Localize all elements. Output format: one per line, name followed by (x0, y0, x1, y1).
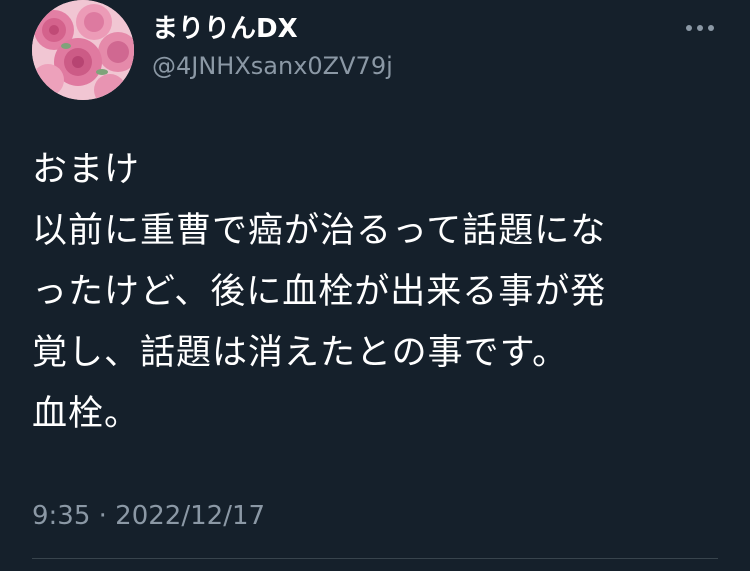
tweet-line: 血栓。 (32, 394, 141, 434)
tweet-line: ったけど、後に血栓が出来る事が発 (32, 272, 607, 312)
rose-bouquet-avatar (32, 0, 134, 100)
tweet-line: 覚し、話題は消えたとの事です。 (32, 333, 569, 373)
tweet-text: おまけ 以前に重曹で癌が治るって話題にな ったけど、後に血栓が出来る事が発 覚し… (32, 140, 722, 445)
avatar[interactable] (32, 0, 134, 100)
divider (32, 558, 718, 559)
tweet-line: 以前に重曹で癌が治るって話題にな (32, 211, 607, 251)
user-handle[interactable]: @4JNHXsanx0ZV79j (152, 50, 393, 82)
more-options-button[interactable] (676, 12, 724, 44)
tweet-timestamp[interactable]: 9:35 · 2022/12/17 (32, 496, 265, 536)
display-name[interactable]: まりりんDX (152, 12, 298, 46)
tweet-line: おまけ (32, 150, 141, 190)
more-dots-icon (686, 25, 714, 31)
